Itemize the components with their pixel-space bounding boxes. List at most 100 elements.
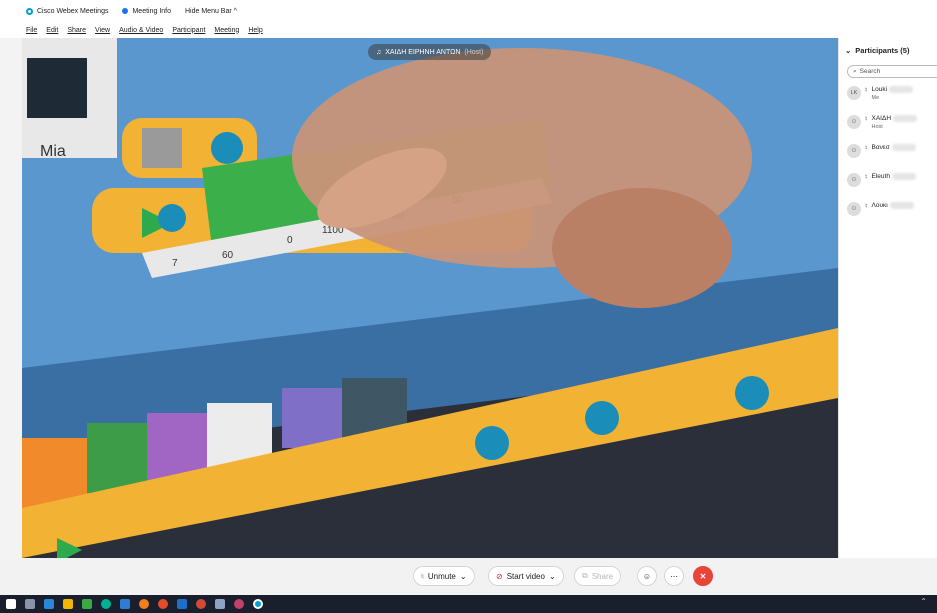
- app-icon[interactable]: [215, 599, 225, 609]
- app-icon[interactable]: [177, 599, 187, 609]
- num-label-1: 7: [172, 258, 178, 269]
- app-icon[interactable]: [82, 599, 92, 609]
- mic-icon: ♮: [865, 174, 868, 181]
- participant-search-input[interactable]: ⌕ Search: [847, 65, 937, 78]
- participant-row[interactable]: LK ♮ Louki Me: [847, 84, 937, 113]
- webex-logo-icon: [26, 7, 33, 15]
- mic-muted-icon: ♮: [421, 571, 424, 581]
- meeting-info-button[interactable]: Meeting Info: [122, 8, 171, 15]
- app-icon[interactable]: [120, 599, 130, 609]
- participant-role: Host: [871, 124, 883, 131]
- participant-name: Eleuth: [872, 173, 916, 181]
- start-video-button[interactable]: ⊘ Start video ⌄: [488, 566, 564, 586]
- participant-name-text: ΧΑΙΔΗ: [871, 115, 892, 123]
- menu-audio-video[interactable]: Audio & Video: [119, 27, 163, 34]
- participant-list: LK ♮ Louki Me ⚇ ♮ ΧΑΙΔΗ Host ⚇ ♮ Βανεσ ⚇ ♮…: [847, 84, 937, 229]
- mic-icon: ♮: [865, 116, 868, 123]
- menu-participant[interactable]: Participant: [172, 27, 205, 34]
- share-button[interactable]: ⧉ Share: [574, 566, 622, 586]
- search-placeholder: Search: [859, 68, 881, 75]
- meeting-controls: ♮ Unmute ⌄ ⊘ Start video ⌄ ⧉ Share ☺ ⋯ ✕: [0, 558, 937, 594]
- file-explorer-icon[interactable]: [63, 599, 73, 609]
- menu-view[interactable]: View: [95, 27, 110, 34]
- participant-row[interactable]: ⚇ ♮ ΧΑΙΔΗ Host: [847, 113, 937, 142]
- participant-row[interactable]: ⚇ ♮ Βανεσ: [847, 142, 937, 171]
- app-icon[interactable]: [196, 599, 206, 609]
- tile-name-text: Mia: [40, 143, 66, 160]
- menu-help[interactable]: Help: [248, 27, 262, 34]
- title-bar: Cisco Webex Meetings Meeting Info Hide M…: [0, 0, 937, 22]
- blurred-name: [893, 115, 918, 122]
- participant-name-text: Eleuth: [871, 173, 890, 181]
- avatar: LK: [847, 86, 861, 100]
- start-video-label: Start video: [506, 571, 545, 581]
- tray-chevron-up-icon[interactable]: ⌃: [920, 597, 927, 606]
- host-suffix: (Host): [464, 48, 484, 56]
- chevron-down-icon: ⌄: [459, 571, 467, 581]
- chevron-down-icon: ⌄: [548, 571, 556, 581]
- menu-share[interactable]: Share: [67, 27, 86, 34]
- unmute-button[interactable]: ♮ Unmute ⌄: [413, 566, 475, 586]
- browser-icon[interactable]: [101, 599, 111, 609]
- active-speaker-label: ♫ ΧΑΙΔΗ ΕΙΡΗΝΗ ΑΝΤΩΝ (Host): [368, 44, 492, 60]
- participants-title: Participants (5): [855, 46, 910, 55]
- blurred-name: [889, 202, 914, 209]
- menu-meeting[interactable]: Meeting: [214, 27, 239, 34]
- participants-panel: ⌄ Participants (5) ⌕ Search LK ♮ Louki Me…: [838, 38, 937, 558]
- close-icon: ✕: [699, 571, 707, 581]
- participant-role: Me: [871, 95, 880, 102]
- share-label: Share: [591, 571, 614, 581]
- avatar-person-icon: ⚇: [847, 202, 861, 216]
- video-stage: Mia 7 60 0 1100 50 50 ♫ ΧΑΙΔΗ ΕΙΡΗΝΗ ΑΝΤ…: [22, 38, 838, 558]
- mic-icon: ♮: [865, 203, 868, 210]
- video-scene: Mia 7 60 0 1100 50 50: [22, 38, 838, 558]
- menu-file[interactable]: File: [26, 27, 37, 34]
- app-icon[interactable]: [139, 599, 149, 609]
- more-options-button[interactable]: ⋯: [664, 566, 684, 586]
- participant-name: Λουκι: [872, 202, 914, 210]
- blurred-name: [889, 86, 914, 93]
- avatar-person-icon: ⚇: [847, 144, 861, 158]
- host-name: ΧΑΙΔΗ ΕΙΡΗΝΗ ΑΝΤΩΝ: [385, 48, 461, 56]
- menu-bar: File Edit Share View Audio & Video Parti…: [0, 22, 937, 38]
- participants-header[interactable]: ⌄ Participants (5): [845, 46, 909, 55]
- unmute-label: Unmute: [427, 571, 456, 581]
- start-icon[interactable]: [6, 599, 16, 609]
- app-icon[interactable]: [234, 599, 244, 609]
- reactions-button[interactable]: ☺: [637, 566, 657, 586]
- mail-icon[interactable]: [44, 599, 54, 609]
- participant-name: ΧΑΙΔΗ Host: [872, 115, 918, 131]
- participant-name-text: Βανεσ: [871, 144, 890, 152]
- participant-name-text: Λουκι: [871, 202, 888, 210]
- search-icon: ⌕: [853, 67, 857, 75]
- num-label-3: 0: [287, 235, 293, 246]
- leave-meeting-button[interactable]: ✕: [693, 566, 713, 586]
- participant-name-text: Louki: [871, 86, 888, 94]
- mic-icon: ♮: [865, 87, 868, 94]
- app-icon[interactable]: [158, 599, 168, 609]
- mic-icon: ♮: [865, 145, 868, 152]
- avatar-person-icon: ⚇: [847, 115, 861, 129]
- share-icon: ⧉: [582, 571, 588, 580]
- chevron-down-icon: ⌄: [845, 46, 852, 55]
- taskbar: [0, 595, 937, 613]
- app-title: Cisco Webex Meetings: [26, 7, 109, 15]
- video-off-icon: ⊘: [496, 571, 503, 581]
- blurred-name: [891, 173, 916, 180]
- menu-edit[interactable]: Edit: [46, 27, 58, 34]
- app-name: Cisco Webex Meetings: [37, 7, 109, 15]
- smiley-icon: ☺: [642, 571, 652, 581]
- participant-name: Βανεσ: [872, 144, 916, 152]
- hide-menu-bar-button[interactable]: Hide Menu Bar ^: [185, 8, 237, 15]
- participant-row[interactable]: ⚇ ♮ Λουκι: [847, 200, 937, 229]
- meeting-info-label: Meeting Info: [132, 7, 171, 15]
- info-icon: [122, 8, 129, 14]
- participant-name: Louki Me: [872, 86, 914, 102]
- num-label-2: 60: [222, 250, 234, 261]
- speaker-icon: ♫: [376, 48, 382, 56]
- webex-taskbar-icon[interactable]: [253, 599, 263, 609]
- participant-row[interactable]: ⚇ ♮ Eleuth: [847, 171, 937, 200]
- hide-menu-label: Hide Menu Bar ^: [185, 7, 237, 15]
- task-view-icon[interactable]: [25, 599, 35, 609]
- more-icon: ⋯: [670, 571, 678, 581]
